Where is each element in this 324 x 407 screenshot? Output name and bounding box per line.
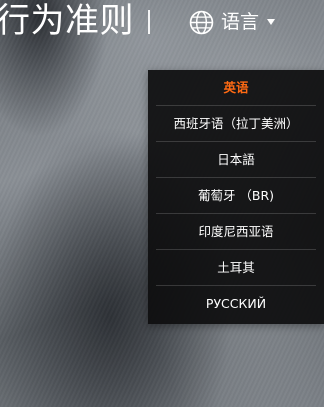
language-option-english[interactable]: 英语: [156, 70, 316, 106]
caret-down-icon: [267, 19, 276, 25]
language-option-japanese[interactable]: 日本語: [156, 142, 316, 178]
language-dropdown-toggle[interactable]: 语言: [189, 8, 276, 36]
language-list: 英语 西班牙语（拉丁美洲） 日本語 葡萄牙 （BR) 印度尼西亚语 土耳其 РУ…: [148, 70, 324, 322]
header-divider: [148, 10, 150, 34]
globe-icon: [189, 10, 214, 34]
language-option-spanish-latam[interactable]: 西班牙语（拉丁美洲）: [156, 106, 316, 142]
language-option-russian[interactable]: РУССКИЙ: [156, 286, 316, 322]
page-title: 行为准则: [0, 1, 134, 41]
language-option-indonesian[interactable]: 印度尼西亚语: [156, 214, 316, 250]
language-option-turkish[interactable]: 土耳其: [156, 250, 316, 286]
language-label: 语言: [221, 11, 260, 33]
language-option-portuguese-br[interactable]: 葡萄牙 （BR): [156, 178, 316, 214]
language-menu: 英语 西班牙语（拉丁美洲） 日本語 葡萄牙 （BR) 印度尼西亚语 土耳其 РУ…: [148, 70, 324, 324]
